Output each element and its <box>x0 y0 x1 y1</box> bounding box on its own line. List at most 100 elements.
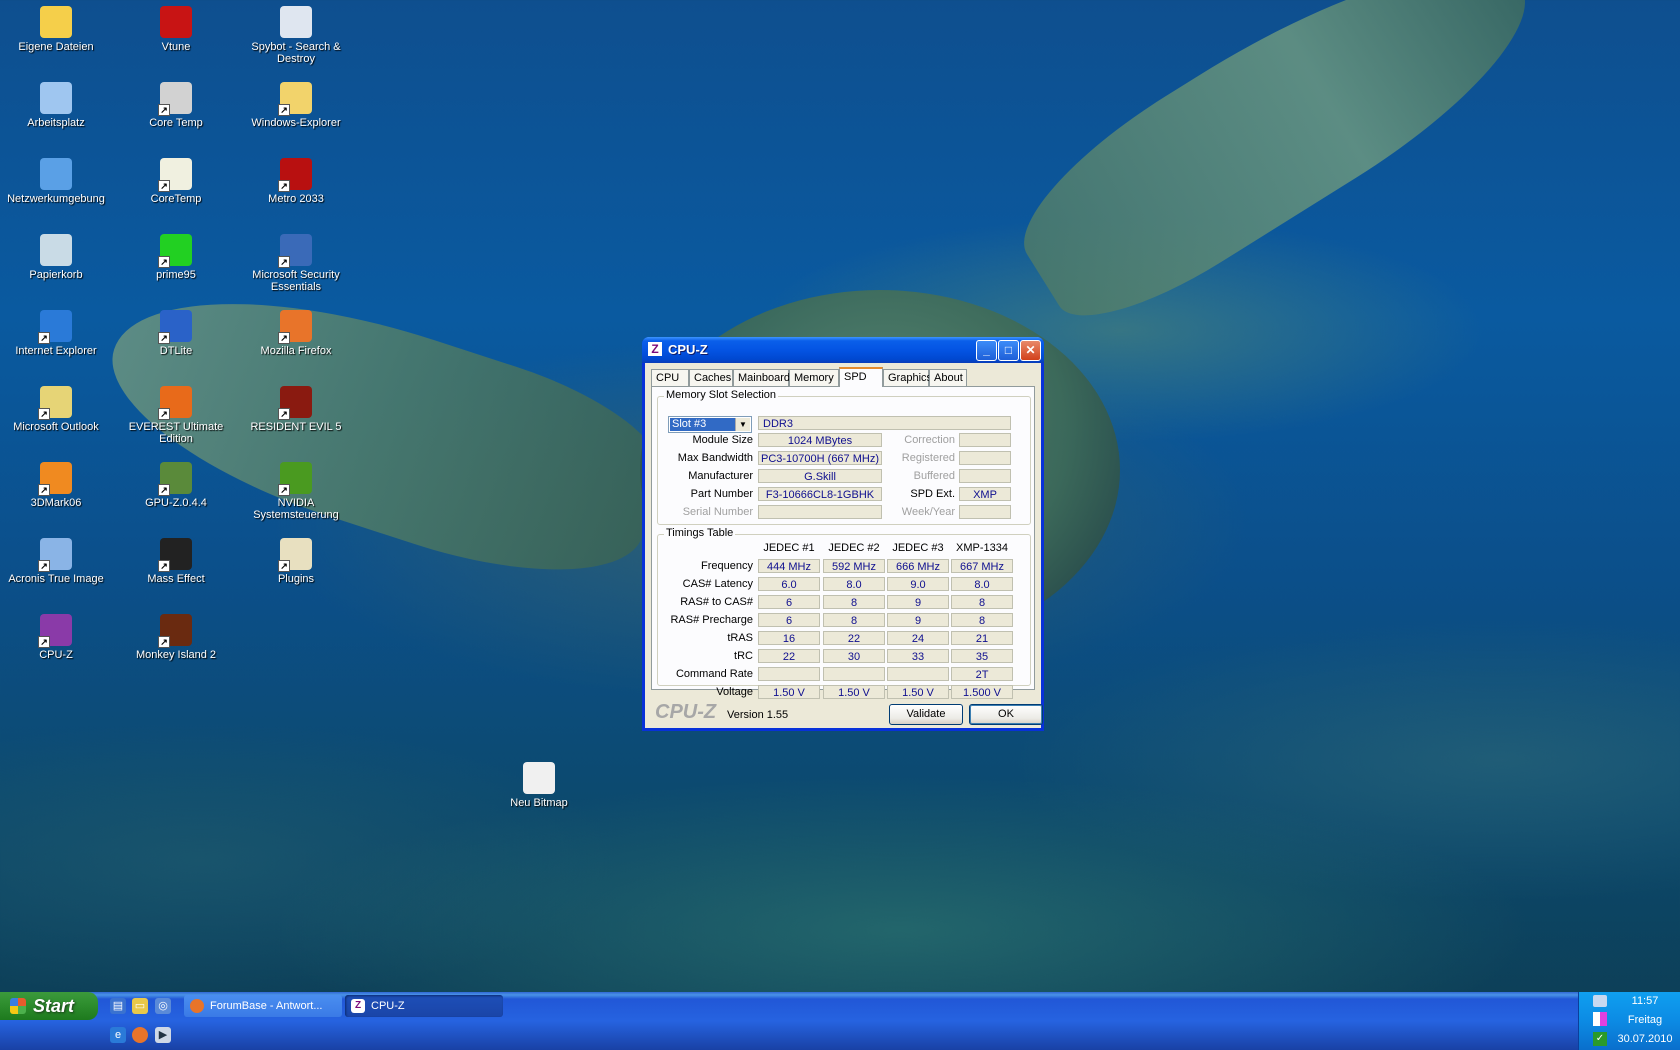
everest-icon: ↗ <box>158 386 192 420</box>
desktop-icon-acronis-true-image[interactable]: ↗ Acronis True Image <box>0 536 112 585</box>
security-check-tray-icon[interactable]: ✓ <box>1593 1032 1607 1046</box>
timing-row-label: Voltage <box>716 686 753 698</box>
desktop-icon-spybot-search-destroy[interactable]: Spybot - Search & Destroy <box>240 4 352 65</box>
slot-select[interactable]: Slot #3 ▼ <box>668 416 752 433</box>
shortcut-arrow-icon: ↗ <box>278 256 290 268</box>
desktop-icon-resident-evil-5[interactable]: ↗ RESIDENT EVIL 5 <box>240 384 352 433</box>
timing-row-label: Command Rate <box>675 668 753 680</box>
close-button[interactable]: ✕ <box>1020 340 1041 361</box>
timing-cell: 33 <box>887 649 949 663</box>
tab-memory[interactable]: Memory <box>789 369 839 386</box>
timing-cell: 9 <box>887 613 949 627</box>
timing-cell: 1.50 V <box>887 685 949 699</box>
spd-panel: Memory Slot Selection Slot #3 ▼ DDR3 Mod… <box>651 386 1035 699</box>
task-button-firefox[interactable]: ForumBase - Antwort... <box>184 995 342 1017</box>
desktop-icon-cpu-z[interactable]: ↗ CPU-Z <box>0 612 112 661</box>
desktop-icon-mozilla-firefox[interactable]: ↗ Mozilla Firefox <box>240 308 352 357</box>
timing-cell: 2T <box>951 667 1013 681</box>
monkey-island-icon: ↗ <box>158 614 192 648</box>
desktop-icon-metro-2033[interactable]: ↗ Metro 2033 <box>240 156 352 205</box>
quicklaunch-folder-icon[interactable]: ▭ <box>132 998 148 1014</box>
desktop-icon-label: Neu Bitmap <box>510 797 568 809</box>
start-button[interactable]: Start <box>0 992 98 1020</box>
desktop-icon-windows-explorer[interactable]: ↗ Windows-Explorer <box>240 80 352 129</box>
desktop-icon-gpu-z-0-4-4[interactable]: ↗ GPU-Z.0.4.4 <box>120 460 232 509</box>
validate-button[interactable]: Validate <box>889 704 963 725</box>
shortcut-arrow-icon: ↗ <box>278 560 290 572</box>
timing-cell: 1.50 V <box>823 685 885 699</box>
desktop-icon-papierkorb[interactable]: Papierkorb <box>0 232 112 281</box>
shortcut-arrow-icon: ↗ <box>158 332 170 344</box>
desktop-icon-coretemp[interactable]: ↗ CoreTemp <box>120 156 232 205</box>
app-tray-icon[interactable] <box>1593 1012 1607 1026</box>
desktop-icon-label: EVEREST Ultimate Edition <box>128 421 224 445</box>
field-value <box>959 505 1011 519</box>
chevron-down-icon[interactable]: ▼ <box>735 418 750 431</box>
desktop-icon-nvidia-systemsteuerung[interactable]: ↗ NVIDIA Systemsteuerung <box>240 460 352 521</box>
desktop-icon-netzwerkumgebung[interactable]: Netzwerkumgebung <box>0 156 112 205</box>
security-icon: ↗ <box>278 234 312 268</box>
timing-cell: 21 <box>951 631 1013 645</box>
timing-cell: 22 <box>758 649 820 663</box>
title-bar[interactable]: Z CPU-Z _ □ ✕ <box>642 337 1044 363</box>
desktop-icon-mass-effect[interactable]: ↗ Mass Effect <box>120 536 232 585</box>
memory-slot-group: Memory Slot Selection Slot #3 ▼ DDR3 Mod… <box>657 389 1031 525</box>
field-value: XMP <box>959 487 1011 501</box>
shortcut-arrow-icon: ↗ <box>38 332 50 344</box>
minimize-button[interactable]: _ <box>976 340 997 361</box>
desktop-icon-internet-explorer[interactable]: ↗ Internet Explorer <box>0 308 112 357</box>
desktop-icon-label: Acronis True Image <box>8 573 104 585</box>
explorer-icon: ↗ <box>278 82 312 116</box>
desktop-icon-prime95[interactable]: ↗ prime95 <box>120 232 232 281</box>
quicklaunch-media-icon[interactable]: ◎ <box>155 998 171 1014</box>
field-label: Manufacturer <box>688 470 753 482</box>
desktop-icon-label: 3DMark06 <box>30 497 82 509</box>
cpuz-icon: Z <box>351 999 365 1013</box>
desktop-icon-arbeitsplatz[interactable]: Arbeitsplatz <box>0 80 112 129</box>
timing-row-label: RAS# to CAS# <box>680 596 753 608</box>
clock-time[interactable]: 11:57 <box>1613 995 1677 1007</box>
desktop-icon-microsoft-security-essentials[interactable]: ↗ Microsoft Security Essentials <box>240 232 352 293</box>
task-label: ForumBase - Antwort... <box>210 1000 323 1012</box>
timing-row-label: RAS# Precharge <box>670 614 753 626</box>
quicklaunch-show-desktop-icon[interactable]: ▤ <box>110 998 126 1014</box>
desktop-icon-core-temp[interactable]: ↗ Core Temp <box>120 80 232 129</box>
desktop-icon-3dmark06[interactable]: ↗ 3DMark06 <box>0 460 112 509</box>
maximize-button[interactable]: □ <box>998 340 1019 361</box>
recycle-bin-icon <box>40 234 72 266</box>
ok-button[interactable]: OK <box>969 704 1043 725</box>
version-label: Version 1.55 <box>727 709 789 721</box>
network-tray-icon[interactable] <box>1593 995 1607 1007</box>
quicklaunch-ie-icon[interactable]: e <box>110 1027 126 1043</box>
desktop-icon-dtlite[interactable]: ↗ DTLite <box>120 308 232 357</box>
tab-caches[interactable]: Caches <box>689 369 733 386</box>
desktop-icon-monkey-island-2[interactable]: ↗ Monkey Island 2 <box>120 612 232 661</box>
tab-spd[interactable]: SPD <box>839 367 883 387</box>
spybot-icon <box>280 6 312 38</box>
desktop-icon-vtune[interactable]: Vtune <box>120 4 232 53</box>
tab-about[interactable]: About <box>929 369 967 386</box>
quicklaunch-firefox-icon[interactable] <box>132 1027 148 1043</box>
desktop-icon-neu-bitmap[interactable]: Neu Bitmap <box>483 760 595 809</box>
wallpaper-turtle-flipper-right <box>994 0 1560 348</box>
desktop-icon-plugins[interactable]: ↗ Plugins <box>240 536 352 585</box>
firefox-icon: ↗ <box>278 310 312 344</box>
timing-cell: 667 MHz <box>951 559 1013 573</box>
shortcut-arrow-icon: ↗ <box>158 636 170 648</box>
quicklaunch-player-icon[interactable]: ▶ <box>155 1027 171 1043</box>
tab-mainboard[interactable]: Mainboard <box>733 369 790 386</box>
desktop-icon-label: DTLite <box>159 345 193 357</box>
desktop-icon-microsoft-outlook[interactable]: ↗ Microsoft Outlook <box>0 384 112 433</box>
tab-graphics[interactable]: Graphics <box>883 369 932 386</box>
start-label: Start <box>33 996 75 1016</box>
task-button-cpuz[interactable]: Z CPU-Z <box>345 995 503 1017</box>
desktop-icon-label: Eigene Dateien <box>18 41 94 53</box>
desktop-icon-label: Monkey Island 2 <box>135 649 217 661</box>
cpuz-icon: ↗ <box>38 614 72 648</box>
desktop-icon-eigene-dateien[interactable]: Eigene Dateien <box>0 4 112 53</box>
nvidia-icon: ↗ <box>278 462 312 496</box>
tab-cpu[interactable]: CPU <box>651 369 689 386</box>
desktop-icon-everest-ultimate-edition[interactable]: ↗ EVEREST Ultimate Edition <box>120 384 232 445</box>
re5-icon: ↗ <box>278 386 312 420</box>
desktop-icon-label: Spybot - Search & Destroy <box>251 41 341 65</box>
